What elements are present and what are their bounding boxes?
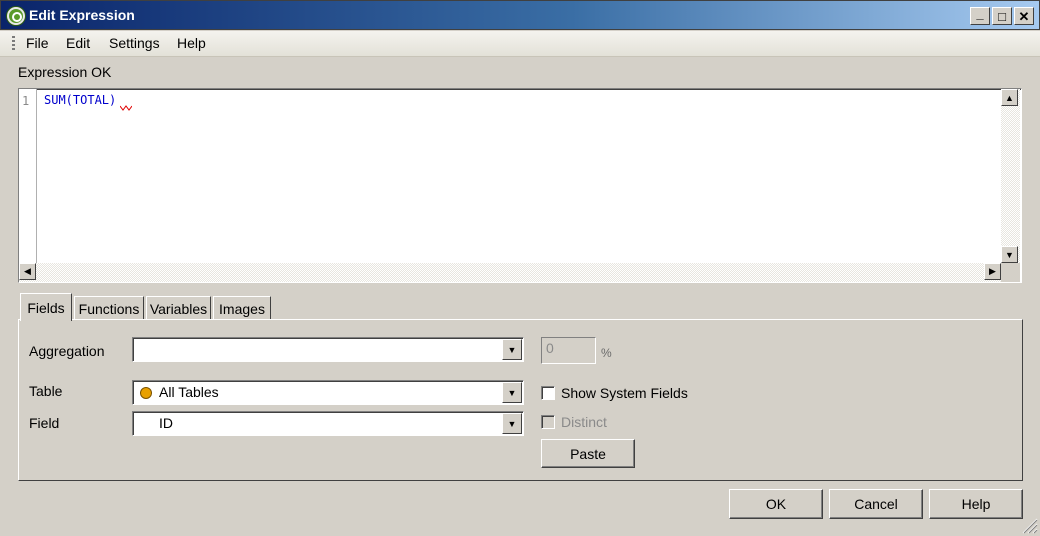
menu-grip-icon[interactable] — [12, 36, 15, 50]
table-dot-icon — [140, 387, 152, 399]
aggregation-dropdown[interactable]: ▼ — [132, 337, 524, 362]
title-bar — [0, 0, 1040, 30]
chevron-down-icon: ▼ — [507, 387, 517, 398]
vertical-scrollbar[interactable]: ▲ ▼ — [1001, 89, 1020, 263]
menu-settings[interactable]: Settings — [109, 35, 160, 51]
percent-value: 0 — [546, 340, 554, 356]
tab-functions[interactable]: Functions — [74, 296, 144, 321]
expression-editor[interactable] — [18, 88, 1022, 283]
field-dropdown-button[interactable]: ▼ — [502, 413, 522, 434]
ok-button[interactable]: OK — [729, 489, 823, 519]
scroll-right-button[interactable]: ▶ — [984, 263, 1001, 280]
arrow-left-icon: ◀ — [24, 266, 31, 276]
table-label: Table — [29, 383, 63, 399]
minimize-button[interactable]: _ — [970, 7, 990, 25]
aggregation-label: Aggregation — [29, 343, 105, 359]
expression-code[interactable]: SUM(TOTAL) — [44, 93, 116, 107]
show-system-fields-checkbox[interactable] — [541, 386, 555, 400]
arrow-up-icon: ▲ — [1005, 92, 1014, 103]
field-dropdown[interactable]: ID ▼ — [132, 411, 524, 436]
close-button[interactable]: ✕ — [1014, 7, 1034, 25]
maximize-button[interactable]: □ — [992, 7, 1012, 25]
window-title: Edit Expression — [29, 7, 135, 23]
tab-fields[interactable]: Fields — [20, 293, 72, 321]
percent-input: 0 — [541, 337, 596, 364]
scroll-down-button[interactable]: ▼ — [1001, 246, 1018, 263]
arrow-down-icon: ▼ — [1005, 249, 1014, 260]
qlikview-app-icon — [7, 7, 25, 25]
menu-edit[interactable]: Edit — [66, 35, 90, 51]
scrollbar-corner — [1001, 263, 1020, 282]
menu-help[interactable]: Help — [177, 35, 206, 51]
scroll-left-button[interactable]: ◀ — [19, 263, 36, 280]
expression-status: Expression OK — [18, 64, 112, 80]
tab-images[interactable]: Images — [213, 296, 271, 321]
line-number-gutter — [19, 89, 37, 263]
horizontal-scrollbar[interactable]: ◀ ▶ — [19, 263, 1001, 282]
chevron-down-icon: ▼ — [507, 418, 517, 429]
table-dropdown-button[interactable]: ▼ — [502, 382, 522, 403]
aggregation-dropdown-button[interactable]: ▼ — [502, 339, 522, 360]
table-dropdown[interactable]: All Tables ▼ — [132, 380, 524, 405]
minimize-icon: _ — [976, 5, 984, 21]
tab-variables[interactable]: Variables — [146, 296, 211, 321]
show-system-fields-label[interactable]: Show System Fields — [561, 385, 688, 401]
table-value: All Tables — [159, 384, 219, 400]
maximize-icon: □ — [998, 8, 1006, 24]
cancel-button[interactable]: Cancel — [829, 489, 923, 519]
scroll-up-button[interactable]: ▲ — [1001, 89, 1018, 106]
distinct-label: Distinct — [561, 414, 607, 430]
line-number: 1 — [22, 94, 30, 108]
percent-sign: % — [601, 346, 612, 360]
close-icon: ✕ — [1018, 8, 1030, 24]
arrow-right-icon: ▶ — [989, 266, 996, 276]
menu-file[interactable]: File — [26, 35, 49, 51]
field-value: ID — [159, 415, 173, 431]
paste-button[interactable]: Paste — [541, 439, 635, 468]
distinct-checkbox — [541, 415, 555, 429]
help-button[interactable]: Help — [929, 489, 1023, 519]
field-label: Field — [29, 415, 60, 431]
chevron-down-icon: ▼ — [507, 344, 517, 355]
syntax-error-squiggle — [120, 105, 132, 111]
